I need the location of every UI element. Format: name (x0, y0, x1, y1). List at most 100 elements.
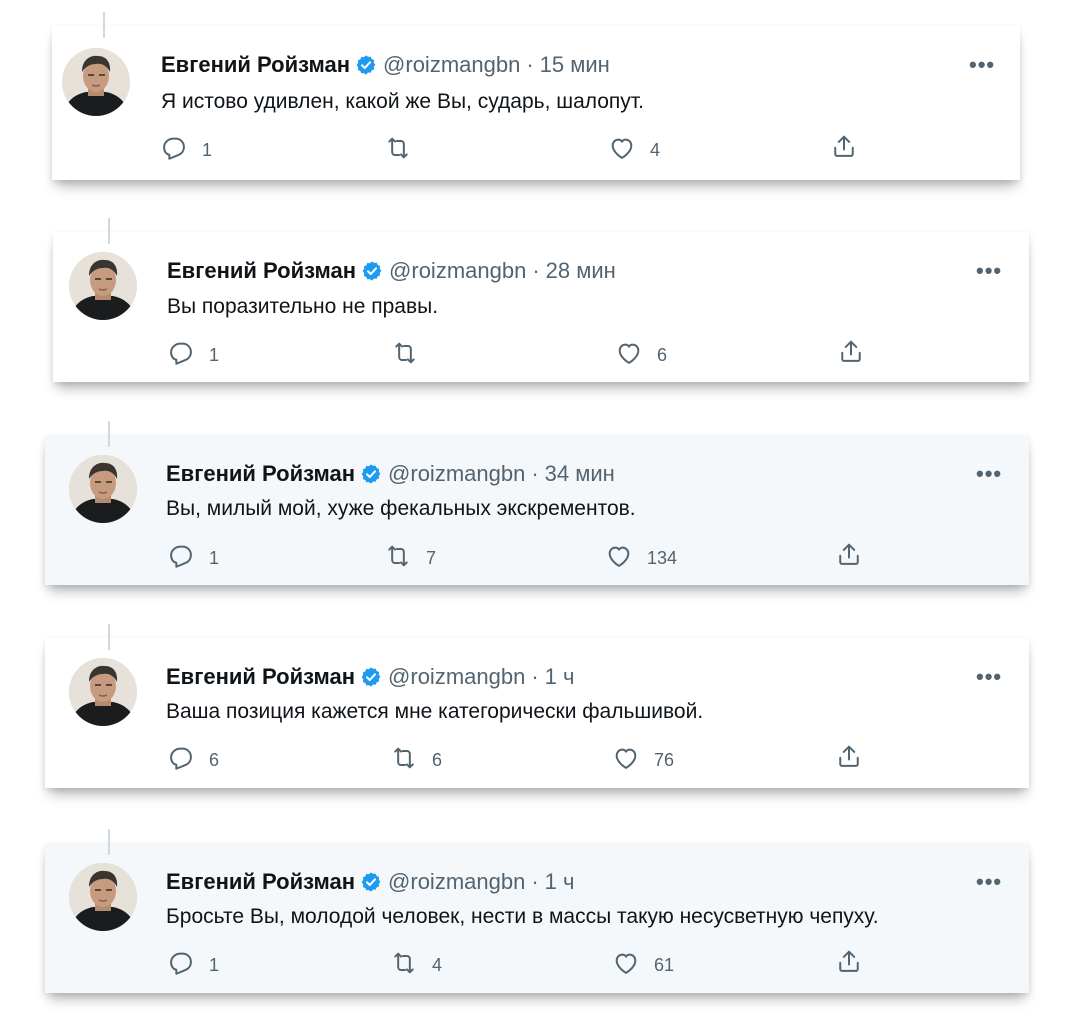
tweet-card[interactable]: Евгений Ройзман @roizmangbn · 1 ч ••• Бр… (45, 829, 1029, 993)
reply-button[interactable]: 1 (167, 339, 219, 372)
retweet-button[interactable] (384, 134, 426, 167)
share-icon (835, 540, 863, 573)
author-handle[interactable]: @roizmangbn (388, 869, 525, 895)
tweet-text: Бросьте Вы, молодой человек, нести в мас… (166, 905, 879, 928)
retweet-icon (391, 339, 419, 372)
tweet-card[interactable]: Евгений Ройзман @roizmangbn · 15 мин •••… (52, 12, 1020, 180)
like-count: 61 (654, 955, 675, 975)
share-icon (837, 337, 865, 370)
like-count: 134 (647, 548, 678, 568)
author-handle[interactable]: @roizmangbn (389, 258, 526, 284)
author-handle[interactable]: @roizmangbn (388, 461, 525, 487)
verified-badge-icon (360, 666, 382, 688)
more-options-button[interactable]: ••• (969, 54, 995, 76)
thread-connector-line (108, 421, 110, 447)
more-options-button[interactable]: ••• (976, 871, 1002, 893)
reply-count: 1 (209, 548, 220, 568)
verified-badge-icon (360, 463, 382, 485)
avatar[interactable] (62, 48, 130, 116)
retweet-button[interactable]: 4 (390, 949, 442, 982)
heart-icon (612, 949, 640, 982)
separator-dot: · (532, 258, 540, 283)
like-button[interactable]: 76 (612, 744, 674, 777)
reply-button[interactable]: 1 (160, 134, 212, 167)
retweet-icon (390, 949, 418, 982)
retweet-count: 7 (426, 548, 437, 568)
reply-button[interactable]: 6 (167, 744, 219, 777)
author-handle[interactable]: @roizmangbn (388, 664, 525, 690)
heart-icon (608, 134, 636, 167)
tweet-time[interactable]: 1 ч (545, 664, 575, 690)
retweet-button[interactable]: 7 (384, 542, 436, 575)
more-options-button[interactable]: ••• (976, 260, 1002, 282)
avatar[interactable] (69, 658, 137, 726)
like-count: 6 (657, 345, 668, 365)
like-button[interactable]: 134 (605, 542, 677, 575)
author-name[interactable]: Евгений Ройзман (166, 461, 355, 487)
author-handle[interactable]: @roizmangbn (383, 52, 520, 78)
tweet-time[interactable]: 15 мин (540, 52, 610, 78)
heart-icon (615, 339, 643, 372)
retweet-icon (384, 542, 412, 575)
tweet-card[interactable]: Евгений Ройзман @roizmangbn · 1 ч ••• Ва… (45, 624, 1029, 788)
tweet-header: Евгений Ройзман @roizmangbn · 28 мин (167, 258, 616, 284)
retweet-count: 6 (432, 750, 443, 770)
tweet-text: Вы поразительно не правы. (167, 295, 439, 318)
author-name[interactable]: Евгений Ройзман (166, 869, 355, 895)
thread-connector-line (108, 218, 110, 244)
avatar[interactable] (69, 455, 137, 523)
reply-button[interactable]: 1 (167, 542, 219, 575)
author-name[interactable]: Евгений Ройзман (166, 664, 355, 690)
author-name[interactable]: Евгений Ройзман (161, 52, 350, 78)
verified-badge-icon (355, 54, 377, 76)
heart-icon (612, 744, 640, 777)
reply-icon (167, 542, 195, 575)
share-button[interactable] (837, 337, 865, 370)
tweet-text: Вы, милый мой, хуже фекальных экскремент… (166, 497, 636, 520)
share-icon (830, 132, 858, 165)
retweet-icon (384, 134, 412, 167)
retweet-icon (390, 744, 418, 777)
thread-connector-line (103, 12, 105, 38)
like-button[interactable]: 61 (612, 949, 674, 982)
share-icon (835, 947, 863, 980)
separator-dot: · (531, 461, 539, 486)
verified-badge-icon (360, 871, 382, 893)
verified-badge-icon (361, 260, 383, 282)
share-button[interactable] (835, 947, 863, 980)
reply-count: 1 (209, 345, 220, 365)
like-button[interactable]: 4 (608, 134, 660, 167)
retweet-count: 4 (432, 955, 443, 975)
like-button[interactable]: 6 (615, 339, 667, 372)
tweet-card[interactable]: Евгений Ройзман @roizmangbn · 28 мин •••… (53, 218, 1029, 382)
like-count: 4 (650, 140, 661, 160)
separator-dot: · (526, 52, 534, 77)
retweet-button[interactable]: 6 (390, 744, 442, 777)
separator-dot: · (531, 869, 539, 894)
like-count: 76 (654, 750, 675, 770)
share-button[interactable] (835, 540, 863, 573)
reply-count: 6 (209, 750, 220, 770)
reply-button[interactable]: 1 (167, 949, 219, 982)
author-name[interactable]: Евгений Ройзман (167, 258, 356, 284)
more-options-button[interactable]: ••• (976, 666, 1002, 688)
tweet-time[interactable]: 1 ч (545, 869, 575, 895)
more-options-button[interactable]: ••• (976, 463, 1002, 485)
share-button[interactable] (830, 132, 858, 165)
tweet-time[interactable]: 28 мин (546, 258, 616, 284)
tweet-card[interactable]: Евгений Ройзман @roizmangbn · 34 мин •••… (45, 421, 1029, 585)
reply-icon (160, 134, 188, 167)
separator-dot: · (531, 664, 539, 689)
tweet-text: Я истово удивлен, какой же Вы, сударь, ш… (161, 90, 644, 113)
tweet-header: Евгений Ройзман @roizmangbn · 34 мин (166, 461, 615, 487)
avatar[interactable] (69, 252, 137, 320)
tweet-time[interactable]: 34 мин (545, 461, 615, 487)
reply-icon (167, 949, 195, 982)
retweet-button[interactable] (391, 339, 433, 372)
reply-icon (167, 339, 195, 372)
tweet-text: Ваша позиция кажется мне категорически ф… (166, 700, 704, 723)
share-button[interactable] (835, 742, 863, 775)
reply-count: 1 (202, 140, 213, 160)
avatar[interactable] (69, 863, 137, 931)
share-icon (835, 742, 863, 775)
